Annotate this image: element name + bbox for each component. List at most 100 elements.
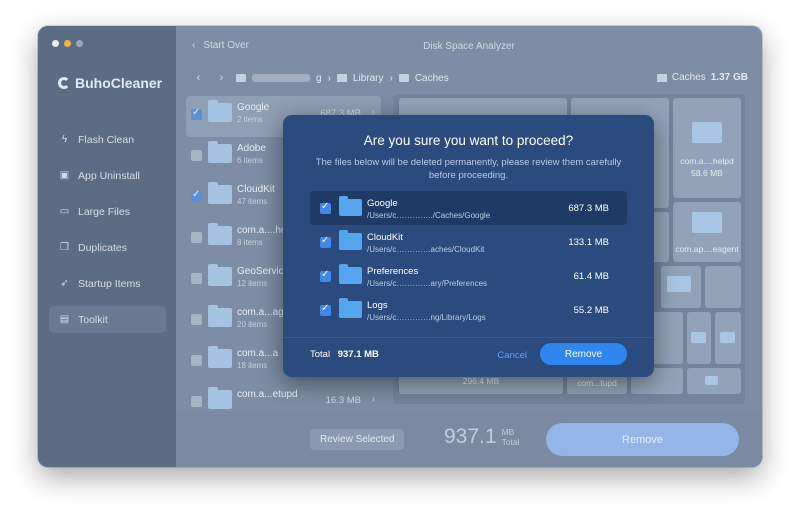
dialog-list-item[interactable]: Preferences /Users/c………….ary/Preferences… bbox=[310, 259, 627, 293]
breadcrumb-item[interactable]: Caches bbox=[415, 73, 449, 84]
sidebar-item-flash-clean[interactable]: ϟ Flash Clean bbox=[49, 126, 166, 153]
item-name: Google bbox=[237, 102, 270, 113]
rocket-icon: ➶ bbox=[60, 278, 69, 289]
sidebar-item-label: Flash Clean bbox=[78, 133, 135, 146]
item-name: com.a....he bbox=[237, 225, 287, 236]
large-files-icon: ▭ bbox=[59, 206, 70, 217]
item-name: CloudKit bbox=[367, 232, 403, 243]
confirm-dialog: Are you sure you want to proceed? The fi… bbox=[283, 115, 654, 377]
treemap-tile[interactable] bbox=[661, 266, 701, 308]
tile-label: com...tupd bbox=[577, 378, 617, 388]
treemap-tile[interactable] bbox=[705, 266, 741, 308]
item-name: GeoServic bbox=[237, 266, 284, 277]
cancel-button[interactable]: Cancel bbox=[497, 350, 527, 361]
folder-icon bbox=[692, 122, 722, 143]
folder-icon bbox=[705, 376, 718, 385]
item-name: CloudKit bbox=[237, 184, 275, 195]
folder-icon bbox=[208, 387, 232, 409]
tile-label: com.a....helpd bbox=[680, 156, 734, 166]
folder-name: Caches bbox=[671, 72, 706, 83]
folder-icon bbox=[720, 332, 735, 343]
item-checkbox[interactable] bbox=[191, 273, 202, 284]
duplicates-icon: ❐ bbox=[60, 242, 69, 253]
total-units: MB Total bbox=[501, 427, 520, 449]
dialog-list-item[interactable]: Logs /Users/c………….ng/Library/Logs 55.2 M… bbox=[310, 293, 627, 327]
folder-icon bbox=[398, 74, 409, 82]
sidebar-item-label: Toolkit bbox=[78, 313, 108, 326]
item-checkbox[interactable] bbox=[191, 107, 202, 120]
item-checkbox[interactable] bbox=[320, 235, 331, 248]
folder-icon bbox=[236, 74, 246, 82]
treemap-tile-helpd[interactable]: com.a....helpd 58.6 MB bbox=[673, 98, 741, 198]
dialog-list-item[interactable]: Google /Users/c…………../Caches/Google 687.… bbox=[310, 191, 627, 225]
folder-icon bbox=[339, 196, 362, 216]
sidebar-item-app-uninstall[interactable]: ▣ App Uninstall bbox=[49, 162, 166, 189]
sidebar-item-toolkit[interactable]: ▤ Toolkit bbox=[49, 306, 166, 333]
item-name: Logs bbox=[367, 300, 388, 311]
item-size: 687.3 MB bbox=[568, 203, 609, 214]
breadcrumb-item[interactable]: Library bbox=[353, 73, 384, 84]
item-name: Google bbox=[367, 198, 398, 209]
treemap-tile[interactable] bbox=[687, 312, 711, 364]
dialog-total-label: Total bbox=[310, 349, 331, 360]
treemap-tile-eagent[interactable]: com.ap....eagent bbox=[673, 202, 741, 262]
sidebar-item-label: App Uninstall bbox=[78, 169, 140, 182]
dialog-title: Are you sure you want to proceed? bbox=[363, 133, 574, 148]
remove-button[interactable]: Remove bbox=[546, 423, 739, 456]
breadcrumb-item[interactable]: g bbox=[316, 73, 322, 84]
forward-button[interactable]: › bbox=[213, 70, 230, 87]
total-caption: Total bbox=[501, 436, 520, 447]
item-count: 47 items bbox=[237, 197, 268, 206]
item-name: com.a...etupd bbox=[237, 389, 298, 400]
folder-icon bbox=[336, 74, 347, 82]
treemap-tile[interactable] bbox=[687, 368, 741, 394]
uninstall-icon: ▣ bbox=[59, 170, 70, 181]
item-checkbox[interactable] bbox=[320, 303, 331, 316]
sidebar-nav: ϟ Flash Clean ▣ App Uninstall ▭ Large Fi… bbox=[49, 126, 166, 342]
sidebar-item-label: Large Files bbox=[78, 205, 130, 218]
tile-label: com.ap....eagent bbox=[675, 244, 739, 254]
total-value: 937.1 bbox=[444, 425, 497, 448]
item-name: com.a...a bbox=[237, 348, 279, 359]
review-selected-button[interactable]: Review Selected bbox=[310, 429, 405, 450]
folder-icon bbox=[208, 223, 232, 245]
close-window-button[interactable] bbox=[52, 40, 59, 47]
sidebar-item-duplicates[interactable]: ❐ Duplicates bbox=[49, 234, 166, 261]
dialog-description: The files below will be deleted permanen… bbox=[315, 157, 622, 182]
item-checkbox[interactable] bbox=[191, 189, 202, 202]
zoom-window-button[interactable] bbox=[76, 40, 83, 47]
sidebar-item-startup-items[interactable]: ➶ Startup Items bbox=[49, 270, 166, 297]
folder-icon bbox=[339, 230, 362, 250]
item-size: 61.4 MB bbox=[573, 271, 609, 282]
item-size: 16.3 MB bbox=[325, 395, 361, 406]
item-checkbox[interactable] bbox=[320, 201, 331, 214]
brand-name: BuhoCleaner bbox=[75, 75, 163, 91]
chevron-right-icon[interactable]: › bbox=[372, 394, 375, 405]
list-item[interactable]: com.a...etupd 16.3 MB › bbox=[186, 383, 381, 413]
item-checkbox[interactable] bbox=[191, 314, 202, 325]
item-checkbox[interactable] bbox=[191, 355, 202, 366]
confirm-remove-button[interactable]: Remove bbox=[540, 343, 627, 365]
item-count: 6 items bbox=[237, 156, 263, 165]
item-checkbox[interactable] bbox=[191, 396, 202, 407]
item-count: 12 items bbox=[237, 279, 268, 288]
window-title: Disk Space Analyzer bbox=[423, 41, 515, 52]
dialog-list-item[interactable]: CloudKit /Users/c………….aches/CloudKit 133… bbox=[310, 225, 627, 259]
sidebar-item-label: Startup Items bbox=[78, 277, 141, 290]
item-path: /Users/c………….ng/Library/Logs bbox=[367, 313, 486, 322]
item-path: /Users/c………….ary/Preferences bbox=[367, 279, 488, 288]
sidebar-item-large-files[interactable]: ▭ Large Files bbox=[49, 198, 166, 225]
folder-icon bbox=[691, 332, 706, 343]
redacted-path bbox=[252, 74, 310, 82]
minimize-window-button[interactable] bbox=[64, 40, 71, 47]
item-checkbox[interactable] bbox=[191, 232, 202, 243]
sidebar: BuhoCleaner ϟ Flash Clean ▣ App Uninstal… bbox=[38, 26, 176, 467]
bottom-bar: Review Selected 937.1 MB Total Remove bbox=[176, 411, 762, 467]
item-checkbox[interactable] bbox=[320, 269, 331, 282]
item-size: 55.2 MB bbox=[573, 305, 609, 316]
back-button[interactable]: ‹ bbox=[190, 70, 207, 87]
item-path: /Users/c………….aches/CloudKit bbox=[367, 245, 485, 254]
treemap-tile[interactable] bbox=[715, 312, 741, 364]
item-checkbox[interactable] bbox=[191, 150, 202, 161]
folder-icon bbox=[208, 264, 232, 286]
